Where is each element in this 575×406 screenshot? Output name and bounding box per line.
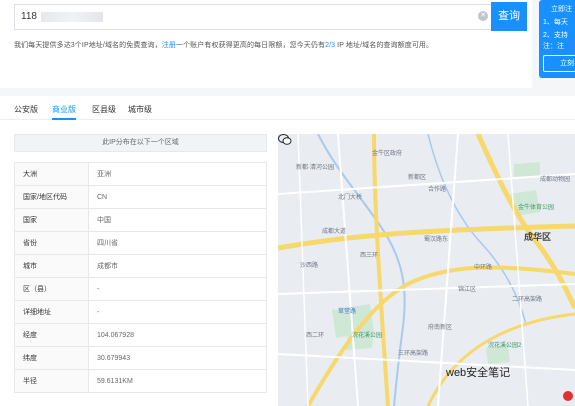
- row-value: 成都市: [88, 254, 267, 278]
- map-label: 新都·清河公园: [296, 165, 334, 171]
- row-value: 中国: [88, 208, 267, 232]
- row-value: CN: [88, 185, 267, 209]
- region-table-header: 此IP分布在以下一个区域: [14, 134, 267, 152]
- remaining-quota: 2/3: [325, 42, 336, 49]
- map-canvas: [278, 134, 575, 406]
- map-label: 锦江区: [458, 287, 477, 293]
- page: 118 ✕ 查询 我们每天提供多达3个IP地址/域名的免费查询，注册一个账户有权…: [0, 0, 575, 406]
- notice-middle: 一个账户有权获得更高的每日限额，您今天仍有: [175, 42, 326, 49]
- region-info-table: 大洲 亚洲 国家/地区代码 CN 国家 中国 省份 四川省 城市 成都市 区（县） - 详细地址 - 经度 1…: [14, 162, 267, 393]
- table-row: 大洲 亚洲: [14, 162, 267, 186]
- map-label: 西二环: [306, 333, 325, 339]
- row-key: 城市: [14, 254, 89, 278]
- map-label: 成都大道: [322, 229, 347, 235]
- map-label: 沙西路: [300, 263, 319, 269]
- row-value: 四川省: [88, 231, 267, 255]
- row-key: 详细地址: [14, 300, 89, 324]
- row-key: 大洲: [14, 162, 89, 186]
- tab-district[interactable]: 区县级: [92, 104, 116, 115]
- quota-notice: 我们每天提供多达3个IP地址/域名的免费查询，注册一个账户有权获得更高的每日限额…: [14, 40, 433, 50]
- row-key: 半径: [14, 369, 89, 393]
- map-label: 中环路: [474, 265, 493, 271]
- map-label: 西三环: [360, 253, 379, 259]
- tab-city[interactable]: 城市级: [128, 104, 152, 115]
- promo-line: 1、每天: [543, 19, 568, 26]
- table-row: 省份 四川省: [14, 231, 267, 255]
- version-tabs: 公安版 商业版 区县级 城市级: [0, 96, 575, 120]
- row-value: -: [88, 277, 267, 301]
- result-card: 公安版 商业版 区县级 城市级 此IP分布在以下一个区域 大洲 亚洲 国家/地区代码…: [0, 96, 575, 406]
- table-row: 城市 成都市: [14, 254, 267, 278]
- location-map[interactable]: 新都·清河公园 金牛区政府 新都区 金牛体育公园 北门大桥 成华区 合作路 蜀汉…: [278, 134, 575, 406]
- row-value: -: [88, 300, 267, 324]
- map-label: 浣花溪公园: [352, 333, 383, 339]
- map-label: 金牛体育公园: [518, 205, 555, 211]
- map-label: 府南新区: [428, 325, 453, 331]
- active-tab-indicator: [52, 118, 76, 120]
- table-row: 区（县） -: [14, 277, 267, 301]
- watermark-text: web安全笔记: [446, 367, 511, 379]
- search-button[interactable]: 查询: [491, 2, 527, 31]
- promo-register-button[interactable]: 立刻: [543, 55, 575, 72]
- map-label: 二环高架路: [512, 297, 543, 303]
- promo-line: 注：注: [543, 43, 564, 50]
- notice-prefix: 我们每天提供多达3个IP地址/域名的免费查询，: [14, 42, 162, 49]
- row-key: 经度: [14, 323, 89, 347]
- row-key: 区（县）: [14, 277, 89, 301]
- row-key: 国家: [14, 208, 89, 232]
- row-key: 纬度: [14, 346, 89, 370]
- map-label: 成华区: [524, 232, 552, 242]
- map-label: 浣花溪公园2: [488, 343, 522, 349]
- ip-search-input[interactable]: 118: [14, 4, 492, 30]
- map-label: 北门大桥: [338, 195, 363, 201]
- tab-commercial[interactable]: 商业版: [52, 104, 76, 115]
- table-row: 纬度 30.679943: [14, 346, 267, 370]
- table-row: 国家/地区代码 CN: [14, 185, 267, 209]
- row-key: 省份: [14, 231, 89, 255]
- register-promo-panel: 立即注 1、每天 2、支持 注：注 立刻: [539, 0, 575, 78]
- register-link[interactable]: 注册: [162, 42, 176, 49]
- table-row: 经度 104.067928: [14, 323, 267, 347]
- clear-icon[interactable]: ✕: [478, 11, 488, 21]
- row-value: 30.679943: [88, 346, 267, 370]
- map-label: 新都区: [408, 175, 427, 181]
- map-label: 草堂路: [338, 309, 357, 315]
- row-value: 59.6131KM: [88, 369, 267, 393]
- promo-line: 立即注: [551, 6, 572, 13]
- wechat-icon: [278, 134, 292, 145]
- map-label: 金牛区政府: [372, 151, 403, 157]
- table-row: 详细地址 -: [14, 300, 267, 324]
- search-input-value: 118: [21, 11, 37, 22]
- map-label: 合作路: [428, 187, 447, 193]
- blurred-ip-mask: [40, 12, 103, 22]
- row-value: 亚洲: [88, 162, 267, 186]
- notice-suffix: IP 地址/域名的查询额度可用。: [335, 42, 434, 49]
- table-row: 半径 59.6131KM: [14, 369, 267, 393]
- row-key: 国家/地区代码: [14, 185, 89, 209]
- search-card: 118 ✕ 查询 我们每天提供多达3个IP地址/域名的免费查询，注册一个账户有权…: [0, 0, 532, 88]
- tab-police[interactable]: 公安版: [14, 104, 38, 115]
- map-label: 三环高架路: [398, 351, 429, 357]
- table-row: 国家 中国: [14, 208, 267, 232]
- promo-line: 2、支持: [543, 32, 568, 39]
- row-value: 104.067928: [88, 323, 267, 347]
- map-label: 成都动物园: [540, 177, 571, 183]
- map-label: 蜀汉路东: [424, 237, 449, 243]
